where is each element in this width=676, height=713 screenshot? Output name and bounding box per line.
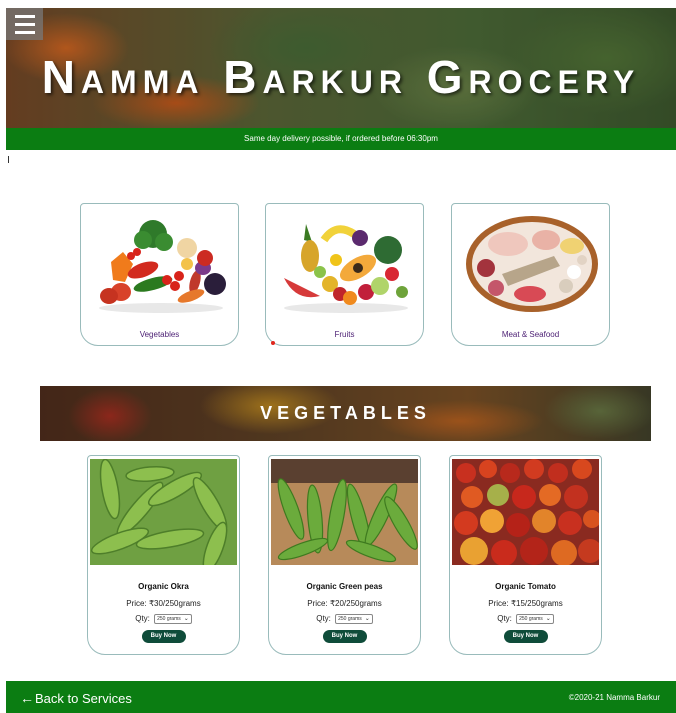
back-label: Back to Services [35, 691, 132, 706]
okra-image [90, 459, 237, 565]
qty-label: Qty: [497, 614, 512, 624]
delivery-notice: Same day delivery possible, if ordered b… [6, 128, 676, 150]
copyright-text: 2020-21 Namma Barkur [574, 693, 660, 702]
site-title: Namma Barkur Grocery [41, 51, 641, 103]
qty-label: Qty: [135, 614, 150, 624]
qty-select[interactable]: 250 grams ⌄ [154, 614, 192, 624]
section-banner: VEGETABLES [40, 386, 651, 441]
product-name: Organic Green peas [306, 582, 383, 591]
product-card-okra: Organic Okra Price: ₹30/250grams Qty: 25… [87, 455, 240, 655]
qty-value: 250 grams [519, 616, 543, 622]
hero-banner: Namma Barkur Grocery [6, 8, 676, 128]
page: Namma Barkur Grocery Same day delivery p… [0, 0, 676, 713]
quantity-row: Qty: 250 grams ⌄ [450, 614, 601, 624]
product-price: Price: ₹15/250grams [488, 599, 563, 608]
section-title: VEGETABLES [260, 403, 431, 423]
qty-value: 250 grams [338, 616, 362, 622]
fruits-image [284, 224, 408, 313]
arrow-left-icon: ← [20, 690, 34, 706]
copyright: ©2020-21 Namma Barkur [569, 693, 660, 702]
buy-now-button[interactable]: Buy Now [322, 630, 367, 643]
product-name: Organic Tomato [495, 582, 556, 591]
category-card-vegetables[interactable]: Vegetables [80, 203, 239, 346]
footer: ←Back to Services ©2020-21 Namma Barkur [6, 681, 676, 713]
product-name: Organic Okra [138, 582, 189, 591]
category-label: Fruits [334, 330, 355, 339]
chevron-down-icon: ⌄ [545, 616, 551, 622]
product-price: Price: ₹20/250grams [307, 599, 382, 608]
product-card-green-peas: Organic Green peas Price: ₹20/250grams Q… [268, 455, 421, 655]
qty-select[interactable]: 250 grams ⌄ [516, 614, 554, 624]
category-card-fruits[interactable]: Fruits [265, 203, 424, 346]
qty-label: Qty: [316, 614, 331, 624]
meat-seafood-image [466, 216, 598, 312]
product-card-tomato: Organic Tomato Price: ₹15/250grams Qty: … [449, 455, 602, 655]
carousel-indicator [271, 341, 275, 345]
category-card-meat-seafood[interactable]: Meat & Seafood [451, 203, 610, 346]
quantity-row: Qty: 250 grams ⌄ [88, 614, 239, 624]
quantity-row: Qty: 250 grams ⌄ [269, 614, 420, 624]
text-cursor [8, 156, 9, 163]
category-label: Vegetables [139, 330, 180, 339]
category-label: Meat & Seafood [501, 330, 560, 339]
green-peas-image [271, 459, 418, 565]
chevron-down-icon: ⌄ [183, 616, 189, 622]
vegetables-image [99, 220, 226, 313]
buy-now-button[interactable]: Buy Now [503, 630, 548, 643]
qty-select[interactable]: 250 grams ⌄ [335, 614, 373, 624]
buy-now-button[interactable]: Buy Now [141, 630, 186, 643]
product-price: Price: ₹30/250grams [126, 599, 201, 608]
hamburger-menu-icon[interactable] [6, 8, 43, 40]
qty-value: 250 grams [157, 616, 181, 622]
chevron-down-icon: ⌄ [364, 616, 370, 622]
back-to-services-link[interactable]: ←Back to Services [20, 690, 132, 706]
tomato-image [452, 459, 599, 565]
